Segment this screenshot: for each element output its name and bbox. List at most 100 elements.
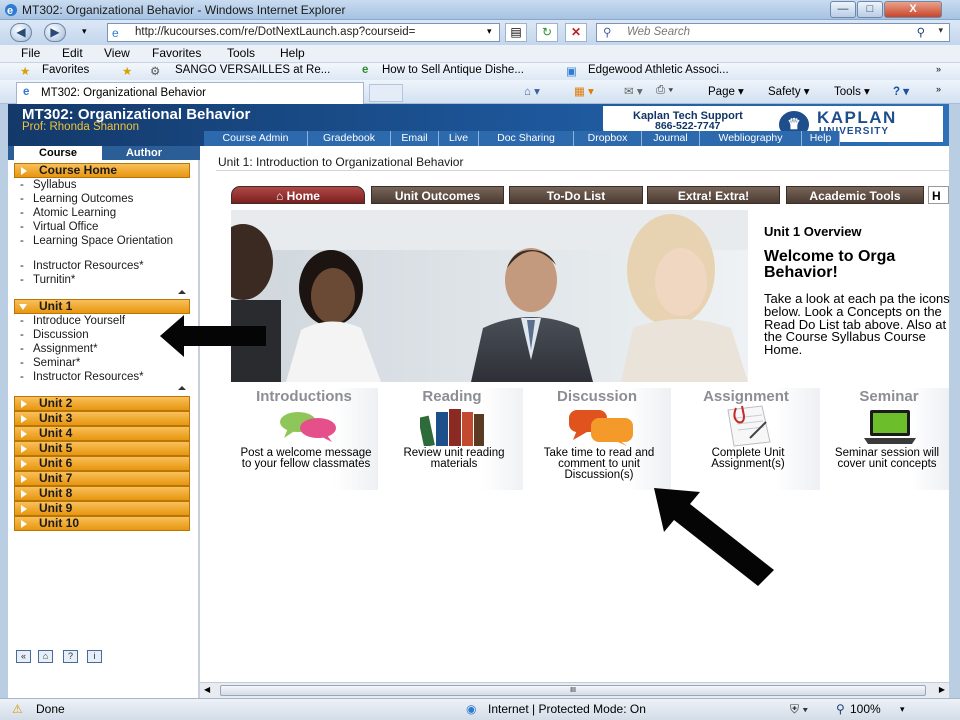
tile-title: Seminar <box>859 388 919 405</box>
collapse-arrow-icon[interactable] <box>178 290 186 294</box>
favorite-link-sango[interactable]: SANGO VERSAILLES at Re... <box>175 64 330 76</box>
tab-title: MT302: Organizational Behavior <box>41 87 206 99</box>
unit-10-header[interactable]: Unit 10 <box>14 516 190 531</box>
tab-active[interactable]: e MT302: Organizational Behavior <box>16 82 364 104</box>
course-banner: MT302: Organizational Behavior Prof: Rho… <box>8 104 949 146</box>
collapse-arrow-icon[interactable] <box>178 386 186 390</box>
menu-favorites[interactable]: Favorites <box>152 46 201 60</box>
unit-1-header[interactable]: Unit 1 <box>14 299 190 314</box>
minimize-button[interactable]: — <box>830 1 856 18</box>
safety-menu[interactable]: Safety ▾ <box>768 84 810 98</box>
seminar-tile[interactable]: Seminar Seminar session will cover unit … <box>820 388 949 490</box>
window-title-bar: e MT302: Organizational Behavior - Windo… <box>0 0 960 20</box>
protected-mode-icon[interactable]: ⛨ ▾ <box>790 702 808 717</box>
search-input[interactable]: ⚲ Web Search ⚲ ▾ <box>596 23 950 42</box>
forward-button[interactable]: ▶ <box>44 23 66 42</box>
tab-extra-extra[interactable]: Extra! Extra! <box>647 186 780 204</box>
discussion-tile[interactable]: Discussion Take time to read and comment… <box>523 388 671 490</box>
recent-pages-icon[interactable]: ▾ <box>82 26 87 37</box>
unit-9-header[interactable]: Unit 9 <box>14 501 190 516</box>
search-options-icon[interactable]: ▾ <box>938 25 943 36</box>
tab-partial[interactable]: H <box>928 186 949 204</box>
tab-author[interactable]: Author <box>104 146 184 160</box>
search-placeholder: Web Search <box>627 26 691 38</box>
unit-7-header[interactable]: Unit 7 <box>14 471 190 486</box>
address-input[interactable]: e http://kucourses.com/re/DotNextLaunch.… <box>107 23 500 42</box>
unit-3-header[interactable]: Unit 3 <box>14 411 190 426</box>
home-tab-icon: ⌂ <box>276 189 287 203</box>
unit-6-header[interactable]: Unit 6 <box>14 456 190 471</box>
menu-help[interactable]: Help <box>280 46 305 60</box>
unit-2-header[interactable]: Unit 2 <box>14 396 190 411</box>
menu-file[interactable]: File <box>21 46 40 60</box>
nav-dropbox[interactable]: Dropbox <box>574 131 642 146</box>
tab-home[interactable]: ⌂ Home <box>231 186 365 204</box>
tab-course[interactable]: Course <box>14 146 102 160</box>
collapse-all-icon[interactable]: « <box>16 650 31 663</box>
unit-5-header[interactable]: Unit 5 <box>14 441 190 456</box>
tab-to-do-list[interactable]: To-Do List <box>509 186 643 204</box>
search-icon[interactable]: ⚲ <box>917 25 925 39</box>
unit-8-header[interactable]: Unit 8 <box>14 486 190 501</box>
more-commands-icon[interactable]: » <box>936 84 941 94</box>
back-button[interactable]: ◀ <box>10 23 32 42</box>
scroll-thumb[interactable]: III <box>220 685 926 696</box>
search-provider-icon: ⚲ <box>603 27 612 39</box>
tab-unit-outcomes[interactable]: Unit Outcomes <box>371 186 504 204</box>
info-icon[interactable]: i <box>87 650 102 663</box>
course-home-header[interactable]: Course Home <box>14 163 190 178</box>
tools-menu[interactable]: Tools ▾ <box>834 84 870 98</box>
zoom-icon[interactable]: ⚲ <box>836 702 845 716</box>
page-icon: ▣ <box>566 66 577 78</box>
zoom-dropdown-icon[interactable]: ▾ <box>900 704 905 715</box>
horizontal-scrollbar[interactable]: ◀ III ▶ <box>200 682 949 698</box>
scroll-left-icon[interactable]: ◀ <box>204 685 210 694</box>
menu-tools[interactable]: Tools <box>227 46 255 60</box>
nav-course-admin[interactable]: Course Admin <box>204 131 308 146</box>
overview-paragraph: Take a look at each pa the icons below. … <box>764 291 950 358</box>
tab-academic-tools[interactable]: Academic Tools <box>786 186 924 204</box>
maximize-button[interactable]: □ <box>857 1 883 18</box>
favorites-button[interactable]: Favorites <box>42 64 89 76</box>
reading-tile[interactable]: Reading Review unit reading materials <box>378 388 526 490</box>
laptop-icon <box>864 410 916 444</box>
status-bar: ⚠ Done ◉ Internet | Protected Mode: On ⛨… <box>0 698 960 720</box>
address-dropdown-icon[interactable]: ▾ <box>487 26 492 37</box>
feeds-icon[interactable]: ▦ ▾ <box>574 84 594 98</box>
introductions-tile[interactable]: Introductions Post a welcome message to … <box>230 388 378 490</box>
menu-view[interactable]: View <box>104 46 130 60</box>
zoom-level[interactable]: 100% <box>850 702 881 716</box>
home-icon[interactable]: ⌂ ▾ <box>524 84 540 98</box>
menu-edit[interactable]: Edit <box>62 46 83 60</box>
more-favorites-icon[interactable]: » <box>936 64 941 74</box>
nav-email[interactable]: Email <box>391 131 439 146</box>
favorites-bar: ★ Favorites ★ ⚙ SANGO VERSAILLES at Re..… <box>0 63 960 80</box>
nav-help[interactable]: Help <box>802 131 840 146</box>
scroll-right-icon[interactable]: ▶ <box>939 685 945 694</box>
compatibility-icon[interactable]: ▤ <box>505 23 527 42</box>
assignment-tile[interactable]: Assignment Complete Unit Assignment(s) <box>672 388 820 490</box>
unit-4-header[interactable]: Unit 4 <box>14 426 190 441</box>
nav-gradebook[interactable]: Gradebook <box>308 131 391 146</box>
nav-doc-sharing[interactable]: Doc Sharing <box>479 131 574 146</box>
mail-icon[interactable]: ✉ ▾ <box>624 84 643 98</box>
books-icon <box>420 409 484 446</box>
home-icon[interactable]: ⌂ <box>38 650 53 663</box>
page-menu[interactable]: Page ▾ <box>708 84 744 98</box>
stop-icon[interactable]: ✕ <box>565 23 587 42</box>
refresh-icon[interactable]: ↻ <box>536 23 558 42</box>
unit-overview: Unit 1 Overview Welcome to Orga Behavior… <box>764 224 954 357</box>
new-tab-button[interactable] <box>369 84 403 102</box>
nav-webliography[interactable]: Webliography <box>700 131 802 146</box>
favorite-link-antique[interactable]: How to Sell Antique Dishe... <box>382 64 524 76</box>
help-menu[interactable]: ? ▾ <box>893 84 909 98</box>
print-icon[interactable]: ⎙ ▾ <box>656 84 673 97</box>
nav-journal[interactable]: Journal <box>642 131 700 146</box>
close-window-button[interactable]: X <box>884 1 942 18</box>
help-icon[interactable]: ? <box>63 650 78 663</box>
page-icon: e <box>112 26 119 40</box>
kaplan-logo-text: KAPLAN <box>817 108 897 127</box>
add-favorite-icon[interactable]: ★ <box>122 64 132 78</box>
favorite-link-edgewood[interactable]: Edgewood Athletic Associ... <box>588 64 729 76</box>
nav-live[interactable]: Live <box>439 131 479 146</box>
